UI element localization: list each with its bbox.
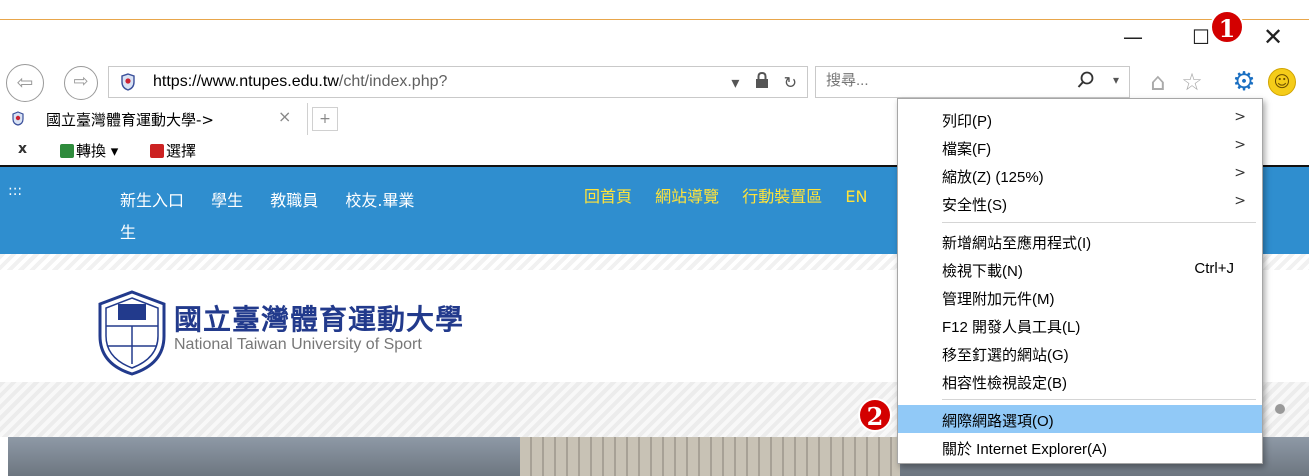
- tools-menu: 列印(P) > 檔案(F) > 縮放(Z) (125%) > 安全性(S) > …: [897, 98, 1263, 464]
- menu-item-label: 關於 Internet Explorer(A): [942, 441, 1108, 458]
- menu-item-label: 新增網站至應用程式(I): [942, 235, 1092, 252]
- menu-separator: [942, 399, 1256, 400]
- menu-item-view-downloads[interactable]: 檢視下載(N) Ctrl+J: [898, 255, 1262, 283]
- step-badge-2: 2: [858, 398, 892, 432]
- menu-item-label: 網際網路選項(O): [942, 413, 1054, 430]
- menu-item-label: 檔案(F): [942, 141, 992, 158]
- university-subtitle: National Taiwan University of Sport: [174, 336, 422, 353]
- convert-label: 轉換 ▾: [76, 142, 119, 160]
- menu-item-label: 檢視下載(N): [942, 263, 1023, 280]
- select-label: 選擇: [166, 142, 197, 160]
- menu-item-label: 縮放(Z) (125%): [942, 169, 1044, 186]
- command-bar-close-icon[interactable]: x: [18, 141, 27, 157]
- menu-item-label: 移至釘選的網站(G): [942, 347, 1069, 364]
- new-tab-button[interactable]: +: [312, 107, 338, 131]
- submenu-arrow-icon: >: [1234, 193, 1246, 209]
- step-badge-1: 1: [1210, 10, 1244, 44]
- menu-item-f12-dev-tools[interactable]: F12 開發人員工具(L): [898, 311, 1262, 339]
- menu-item-label: F12 開發人員工具(L): [942, 319, 1081, 336]
- nav-new-students[interactable]: 新生入口: [120, 191, 184, 210]
- menu-item-internet-options[interactable]: 網際網路選項(O): [898, 405, 1262, 433]
- search-dropdown-icon[interactable]: ▾: [1113, 73, 1119, 87]
- menu-item-label: 相容性檢視設定(B): [942, 375, 1067, 392]
- lock-icon[interactable]: [755, 71, 769, 92]
- submenu-arrow-icon: >: [1234, 165, 1246, 181]
- url-prefix: https://www.: [153, 73, 240, 90]
- carousel-dot[interactable]: [1275, 404, 1285, 414]
- feedback-smiley-icon[interactable]: ☺: [1268, 68, 1296, 96]
- search-box[interactable]: ▾: [815, 66, 1130, 98]
- menu-item-add-site-to-apps[interactable]: 新增網站至應用程式(I): [898, 227, 1262, 255]
- select-pdf-icon: [150, 144, 164, 158]
- menu-item-manage-addons[interactable]: 管理附加元件(M): [898, 283, 1262, 311]
- tab-favicon-icon: [12, 111, 24, 126]
- tools-gear-icon[interactable]: ⚙: [1228, 66, 1260, 98]
- university-title[interactable]: 國立臺灣體育運動大學: [174, 298, 464, 338]
- nav-english[interactable]: EN: [845, 187, 867, 206]
- submenu-arrow-icon: >: [1234, 109, 1246, 125]
- site-favicon-icon: [121, 73, 135, 91]
- address-dropdown-icon[interactable]: ▾: [731, 73, 739, 92]
- search-icon[interactable]: [1077, 71, 1095, 94]
- home-icon[interactable]: ⌂: [1142, 66, 1174, 98]
- convert-button[interactable]: 轉換 ▾: [60, 140, 118, 161]
- site-menu-icon[interactable]: :::: [8, 183, 22, 199]
- window-top-border: [0, 19, 1309, 20]
- back-button[interactable]: ⇦: [6, 64, 44, 102]
- nav-mobile[interactable]: 行動裝置區: [742, 187, 822, 206]
- favorites-star-icon[interactable]: ☆: [1176, 66, 1208, 98]
- menu-item-compat-view[interactable]: 相容性檢視設定(B): [898, 367, 1262, 395]
- url-text[interactable]: https://www.ntupes.edu.tw/cht/index.php?: [153, 73, 447, 91]
- menu-item-safety[interactable]: 安全性(S) >: [898, 189, 1262, 217]
- hero-photo-building: [520, 437, 900, 476]
- new-tab-icon: +: [319, 111, 331, 127]
- nav-sitemap[interactable]: 網站導覽: [655, 187, 719, 206]
- search-input[interactable]: [826, 72, 1026, 89]
- refresh-icon[interactable]: ↻: [784, 73, 797, 92]
- menu-item-pinned-sites[interactable]: 移至釘選的網站(G): [898, 339, 1262, 367]
- address-bar[interactable]: https://www.ntupes.edu.tw/cht/index.php?…: [108, 66, 808, 98]
- site-nav-left: 新生入口 學生 教職員 校友.畢業: [120, 183, 436, 219]
- menu-item-zoom[interactable]: 縮放(Z) (125%) >: [898, 161, 1262, 189]
- menu-item-label: 管理附加元件(M): [942, 291, 1055, 308]
- site-nav-right: 回首頁 網站導覽 行動裝置區 EN: [584, 183, 885, 207]
- submenu-arrow-icon: >: [1234, 137, 1246, 153]
- menu-item-file[interactable]: 檔案(F) >: [898, 133, 1262, 161]
- nav-staff[interactable]: 教職員: [270, 191, 318, 210]
- close-window-button[interactable]: ✕: [1258, 22, 1288, 52]
- select-button[interactable]: 選擇: [150, 140, 196, 161]
- menu-item-about-ie[interactable]: 關於 Internet Explorer(A): [898, 433, 1262, 461]
- convert-pdf-icon: [60, 144, 74, 158]
- menu-item-print[interactable]: 列印(P) >: [898, 105, 1262, 133]
- menu-item-label: 列印(P): [942, 113, 992, 130]
- nav-alumni-wrap[interactable]: 生: [120, 219, 136, 243]
- forward-button[interactable]: ⇨: [64, 66, 98, 100]
- university-seal-icon[interactable]: [96, 290, 168, 376]
- nav-students[interactable]: 學生: [211, 191, 243, 210]
- nav-home[interactable]: 回首頁: [584, 187, 632, 206]
- tab-close-icon[interactable]: ×: [278, 107, 291, 126]
- back-arrow-icon: ⇦: [16, 70, 34, 94]
- minimize-button[interactable]: —: [1118, 22, 1148, 52]
- url-domain: ntupes.edu.tw: [239, 73, 339, 90]
- forward-arrow-icon: ⇨: [73, 71, 89, 92]
- nav-alumni[interactable]: 校友.畢業: [345, 191, 414, 210]
- browser-window: — ☐ ✕ ⇦ ⇨ https://www.ntupes.edu.tw/cht/…: [0, 0, 1309, 476]
- menu-item-label: 安全性(S): [942, 197, 1007, 214]
- menu-separator: [942, 222, 1256, 223]
- browser-tab[interactable]: 國立臺灣體育運動大學-> ×: [6, 103, 308, 135]
- menu-item-shortcut: Ctrl+J: [1194, 260, 1234, 277]
- tab-title: 國立臺灣體育運動大學->: [46, 111, 214, 129]
- url-path: /cht/index.php?: [338, 73, 448, 90]
